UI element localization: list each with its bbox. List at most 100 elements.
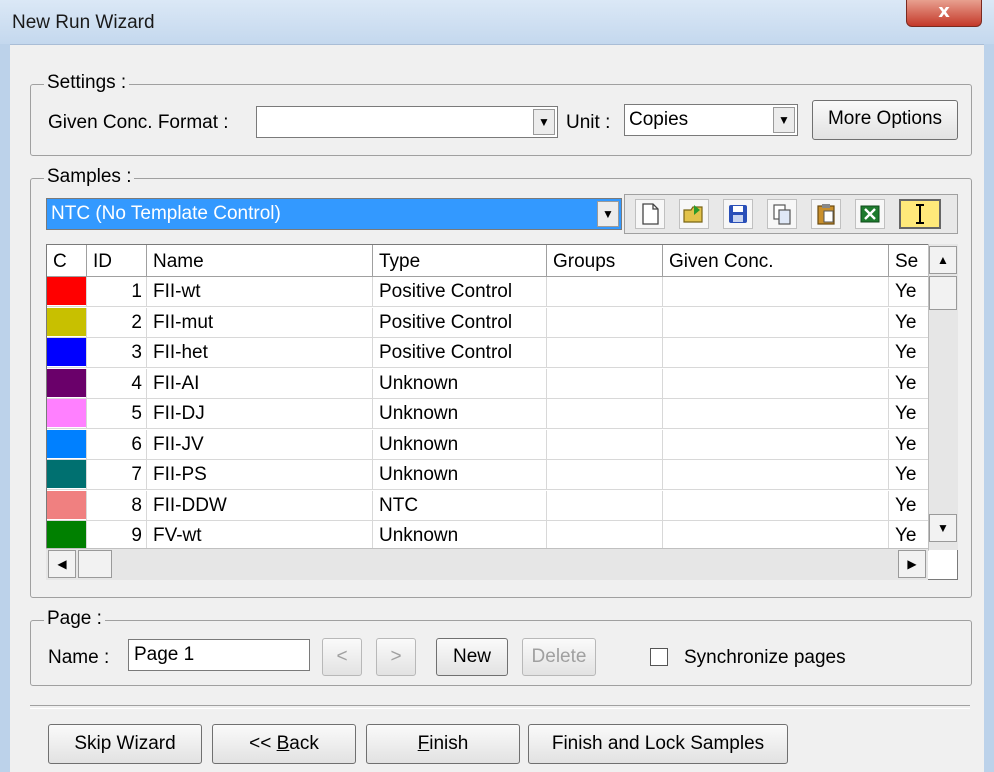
new-document-icon[interactable] [635,199,665,229]
back-button[interactable]: << Back [212,724,356,764]
cell-type[interactable]: NTC [373,490,547,521]
color-swatch[interactable] [47,460,86,488]
given-conc-format-select[interactable]: ▼ [256,106,558,138]
cell-groups[interactable] [547,277,663,307]
save-icon[interactable] [723,199,753,229]
header-col-se[interactable]: Se [889,245,929,277]
cell-id[interactable]: 7 [87,460,147,490]
cell-c[interactable] [47,429,87,460]
cell-c[interactable] [47,368,87,399]
unit-select[interactable]: Copies ▼ [624,104,798,136]
cell-c[interactable] [47,460,87,490]
cell-given-conc[interactable] [663,521,889,551]
excel-export-icon[interactable] [855,199,885,229]
color-swatch[interactable] [47,338,86,366]
cell-groups[interactable] [547,429,663,460]
edit-text-icon[interactable] [899,199,941,229]
color-swatch[interactable] [47,277,86,305]
cell-groups[interactable] [547,338,663,368]
cell-name[interactable]: FII-DJ [147,399,373,429]
cell-se[interactable]: Ye [889,338,929,368]
cell-se[interactable]: Ye [889,307,929,338]
cell-name[interactable]: FV-wt [147,521,373,551]
cell-c[interactable] [47,490,87,521]
delete-page-button[interactable]: Delete [522,638,596,676]
more-options-button[interactable]: More Options [812,100,958,140]
cell-id[interactable]: 4 [87,368,147,399]
copy-icon[interactable] [767,199,797,229]
color-swatch[interactable] [47,307,86,336]
cell-id[interactable]: 5 [87,399,147,429]
next-page-button[interactable]: > [376,638,416,676]
horizontal-scrollbar[interactable]: ◀ ▶ [46,548,928,580]
header-col-c[interactable]: C [47,245,87,277]
cell-given-conc[interactable] [663,460,889,490]
cell-groups[interactable] [547,460,663,490]
cell-c[interactable] [47,521,87,551]
cell-c[interactable] [47,399,87,429]
cell-id[interactable]: 2 [87,307,147,338]
color-swatch[interactable] [47,490,86,519]
cell-se[interactable]: Ye [889,460,929,490]
cell-type[interactable]: Positive Control [373,307,547,338]
cell-c[interactable] [47,338,87,368]
color-swatch[interactable] [47,399,86,427]
cell-name[interactable]: FII-AI [147,368,373,399]
cell-given-conc[interactable] [663,490,889,521]
cell-given-conc[interactable] [663,399,889,429]
cell-name[interactable]: FII-JV [147,429,373,460]
cell-se[interactable]: Ye [889,399,929,429]
header-col-id[interactable]: ID [87,245,147,277]
chevron-down-icon[interactable]: ▼ [597,201,619,227]
page-name-input[interactable]: Page 1 [128,639,310,671]
cell-given-conc[interactable] [663,429,889,460]
color-swatch[interactable] [47,429,86,458]
cell-groups[interactable] [547,399,663,429]
cell-name[interactable]: FII-het [147,338,373,368]
scroll-left-icon[interactable]: ◀ [48,550,76,578]
sample-type-select[interactable]: NTC (No Template Control) ▼ [46,198,622,230]
cell-se[interactable]: Ye [889,429,929,460]
color-swatch[interactable] [47,521,86,549]
header-col-name[interactable]: Name [147,245,373,277]
header-col-type[interactable]: Type [373,245,547,277]
scroll-right-icon[interactable]: ▶ [898,550,926,578]
paste-icon[interactable] [811,199,841,229]
header-col-groups[interactable]: Groups [547,245,663,277]
cell-name[interactable]: FII-wt [147,277,373,307]
scroll-up-icon[interactable]: ▲ [929,246,957,274]
cell-name[interactable]: FII-DDW [147,490,373,521]
cell-id[interactable]: 3 [87,338,147,368]
synchronize-pages-checkbox[interactable] [650,648,668,666]
close-icon[interactable]: x [906,0,982,27]
cell-se[interactable]: Ye [889,521,929,551]
cell-id[interactable]: 1 [87,277,147,307]
skip-wizard-button[interactable]: Skip Wizard [48,724,202,764]
cell-type[interactable]: Unknown [373,521,547,551]
cell-id[interactable]: 6 [87,429,147,460]
cell-name[interactable]: FII-PS [147,460,373,490]
cell-type[interactable]: Unknown [373,460,547,490]
cell-name[interactable]: FII-mut [147,307,373,338]
color-swatch[interactable] [47,368,86,397]
cell-groups[interactable] [547,307,663,338]
cell-type[interactable]: Unknown [373,429,547,460]
cell-c[interactable] [47,277,87,307]
cell-se[interactable]: Ye [889,490,929,521]
open-folder-icon[interactable] [679,199,709,229]
scroll-thumb[interactable] [78,550,112,578]
cell-id[interactable]: 8 [87,490,147,521]
scroll-down-icon[interactable]: ▼ [929,514,957,542]
finish-button[interactable]: Finish [366,724,520,764]
cell-groups[interactable] [547,368,663,399]
finish-and-lock-button[interactable]: Finish and Lock Samples [528,724,788,764]
cell-given-conc[interactable] [663,307,889,338]
cell-c[interactable] [47,307,87,338]
samples-grid[interactable]: C ID Name Type Groups Given Conc. Se 1 FII-wt Pos… [46,244,958,580]
cell-id[interactable]: 9 [87,521,147,551]
cell-se[interactable]: Ye [889,368,929,399]
scroll-thumb[interactable] [929,276,957,310]
chevron-down-icon[interactable]: ▼ [533,109,555,135]
cell-type[interactable]: Positive Control [373,338,547,368]
chevron-down-icon[interactable]: ▼ [773,107,795,133]
